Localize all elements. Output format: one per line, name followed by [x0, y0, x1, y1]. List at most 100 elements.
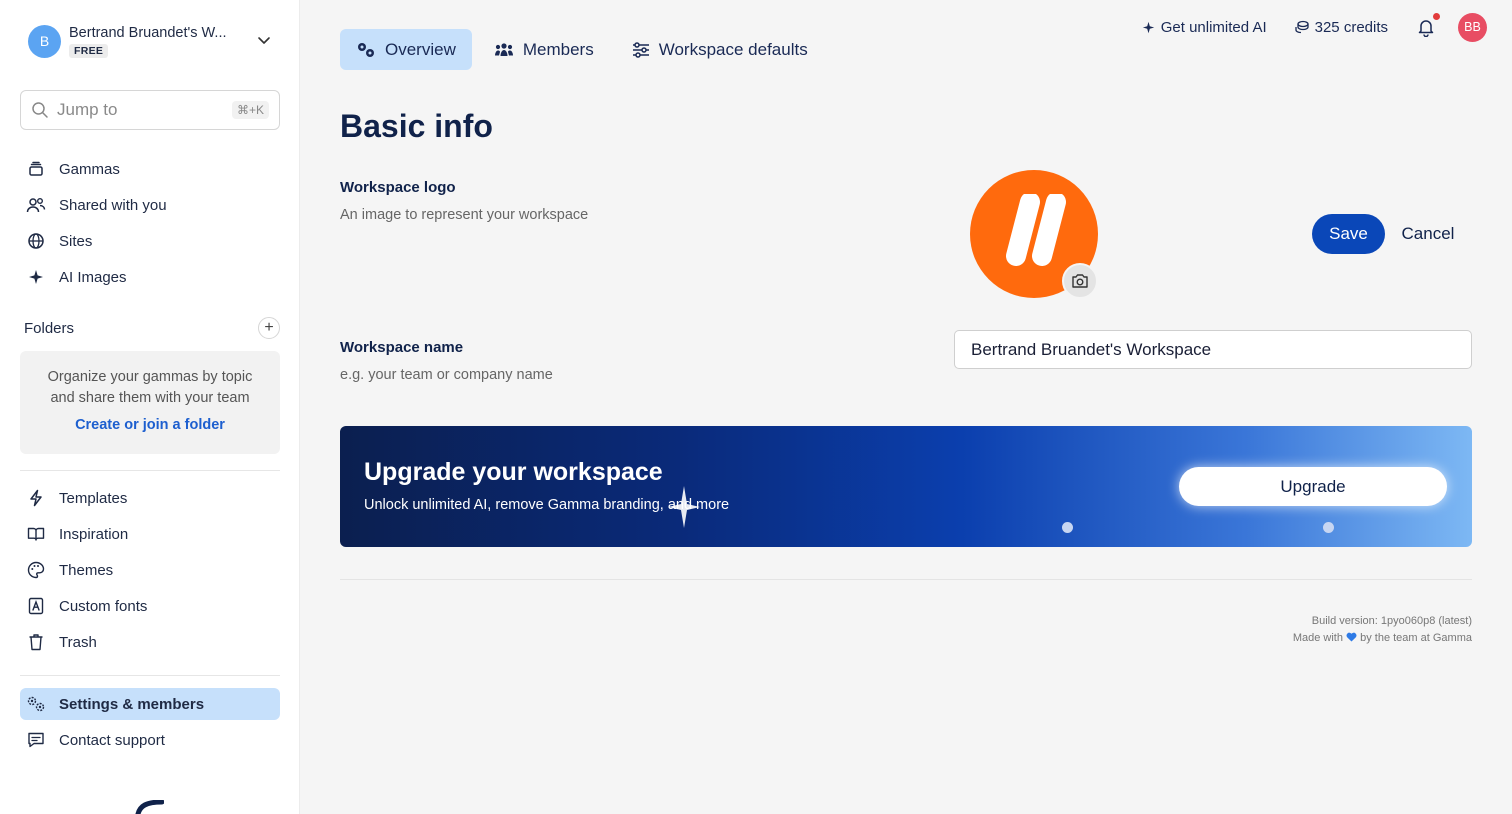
chat-icon [26, 730, 46, 750]
sidebar-item-label: Inspiration [59, 525, 129, 543]
upgrade-title: Upgrade your workspace [364, 458, 663, 486]
sidebar-divider [20, 470, 280, 471]
notifications-button[interactable] [1416, 13, 1440, 38]
footer: Build version: 1pyo060p8 (latest) Made w… [1293, 613, 1472, 647]
folders-empty-state: Organize your gammas by topic and share … [20, 351, 280, 454]
sidebar-item-label: Themes [59, 561, 114, 579]
workspace-logo-label: Workspace logo [340, 179, 456, 196]
settings-tabs: Overview Members Workspace defaults [340, 29, 824, 70]
workspace-switcher[interactable]: B Bertrand Bruandet's W... FREE [20, 18, 280, 64]
get-unlimited-ai-button[interactable]: Get unlimited AI [1142, 19, 1267, 36]
workspace-name-input[interactable] [954, 330, 1472, 369]
tab-label: Workspace defaults [658, 39, 808, 59]
sidebar-item-label: Shared with you [59, 196, 167, 214]
workspace-avatar: B [28, 24, 61, 58]
notification-dot [1433, 13, 1440, 20]
globe-icon [26, 231, 46, 251]
sidebar-item-label: Contact support [59, 731, 165, 749]
upgrade-button[interactable]: Upgrade [1179, 467, 1447, 506]
sidebar-item-label: Templates [59, 489, 128, 507]
decorative-dot [1062, 522, 1073, 533]
jump-to-search[interactable]: ⌘+K [20, 90, 280, 130]
tab-workspace-defaults[interactable]: Workspace defaults [616, 29, 824, 70]
sidebar-item-label: Custom fonts [59, 597, 148, 615]
palette-icon [26, 560, 46, 580]
chevron-down-icon[interactable] [256, 32, 272, 48]
sidebar-item-settings-members[interactable]: Settings & members [20, 688, 280, 720]
font-icon [26, 596, 46, 616]
tab-label: Members [522, 39, 594, 59]
decorative-dot [1323, 522, 1334, 533]
settings-icon [26, 694, 46, 714]
tab-members[interactable]: Members [478, 29, 610, 70]
workspace-logo-help: An image to represent your workspace [340, 207, 589, 223]
workspace-name: Bertrand Bruandet's W... [69, 24, 227, 41]
nav-primary: Gammas Shared with you Sites AI Images [20, 151, 280, 295]
camera-icon [1072, 274, 1088, 288]
trash-icon [26, 632, 46, 652]
sliders-icon [632, 41, 650, 58]
topbar-actions: Get unlimited AI 325 credits BB [1142, 12, 1487, 42]
sidebar-item-label: Sites [59, 232, 93, 250]
made-with-suffix: by the team at Gamma [1360, 632, 1472, 644]
sidebar-item-contact-support[interactable]: Contact support [20, 722, 280, 758]
content-divider [340, 579, 1472, 580]
sidebar-item-sites[interactable]: Sites [20, 223, 280, 259]
folders-description: Organize your gammas by topic and share … [20, 367, 280, 409]
user-avatar[interactable]: BB [1458, 12, 1487, 42]
stack-icon [26, 159, 46, 179]
tab-overview[interactable]: Overview [340, 29, 472, 70]
sidebar: B Bertrand Bruandet's W... FREE ⌘+K Gamm… [0, 0, 300, 814]
sidebar-divider [20, 675, 280, 676]
credits-label: 325 credits [1314, 18, 1388, 36]
people-icon [494, 42, 514, 58]
sparkle-icon [668, 486, 700, 528]
sidebar-item-themes[interactable]: Themes [20, 552, 280, 588]
gamma-mark-icon [1006, 194, 1066, 266]
sparkle-icon [26, 267, 46, 287]
sidebar-item-label: Trash [59, 633, 97, 651]
page-title: Basic info [340, 108, 493, 144]
folders-description-line2: and share them with your team [50, 390, 250, 406]
save-button[interactable]: Save [1312, 214, 1385, 254]
nav-bottom: Settings & members Contact support [20, 688, 280, 758]
heart-icon [1346, 632, 1357, 642]
workspace-name-label: Workspace name [340, 339, 464, 356]
search-icon [32, 102, 48, 118]
nav-secondary: Templates Inspiration Themes Custom font… [20, 480, 280, 660]
workspace-name-help: e.g. your team or company name [340, 367, 553, 383]
bolt-icon [26, 488, 46, 508]
credits-button[interactable]: 325 credits [1294, 18, 1388, 36]
sidebar-item-shared[interactable]: Shared with you [20, 187, 280, 223]
shortcut-hint: ⌘+K [231, 101, 269, 119]
sidebar-item-ai-images[interactable]: AI Images [20, 259, 280, 295]
gamma-logo-icon [135, 800, 164, 814]
cancel-button[interactable]: Cancel [1393, 214, 1463, 254]
folders-header: Folders + [24, 316, 280, 340]
sidebar-item-gammas[interactable]: Gammas [20, 151, 280, 187]
sidebar-item-templates[interactable]: Templates [20, 480, 280, 516]
get-unlimited-ai-label: Get unlimited AI [1160, 18, 1267, 36]
upgrade-banner: Upgrade your workspace Unlock unlimited … [340, 426, 1472, 547]
plus-icon: + [264, 319, 274, 336]
sidebar-item-inspiration[interactable]: Inspiration [20, 516, 280, 552]
folders-title: Folders [24, 319, 75, 337]
sidebar-item-label: AI Images [59, 268, 127, 286]
bell-icon [1418, 20, 1434, 38]
book-icon [26, 524, 46, 544]
sidebar-item-label: Settings & members [59, 695, 205, 713]
sidebar-item-label: Gammas [59, 160, 120, 178]
tab-label: Overview [385, 39, 456, 59]
made-with-prefix: Made with [1292, 632, 1343, 644]
folders-description-line1: Organize your gammas by topic [47, 369, 253, 385]
sparkle-icon [1142, 21, 1155, 34]
search-input[interactable] [57, 100, 217, 120]
workspace-logo [970, 170, 1098, 299]
change-logo-button[interactable] [1062, 263, 1098, 299]
gears-icon [356, 41, 376, 59]
sidebar-item-trash[interactable]: Trash [20, 624, 280, 660]
coins-icon [1294, 20, 1309, 34]
create-folder-link[interactable]: Create or join a folder [75, 417, 225, 433]
sidebar-item-custom-fonts[interactable]: Custom fonts [20, 588, 280, 624]
add-folder-button[interactable]: + [258, 317, 280, 339]
